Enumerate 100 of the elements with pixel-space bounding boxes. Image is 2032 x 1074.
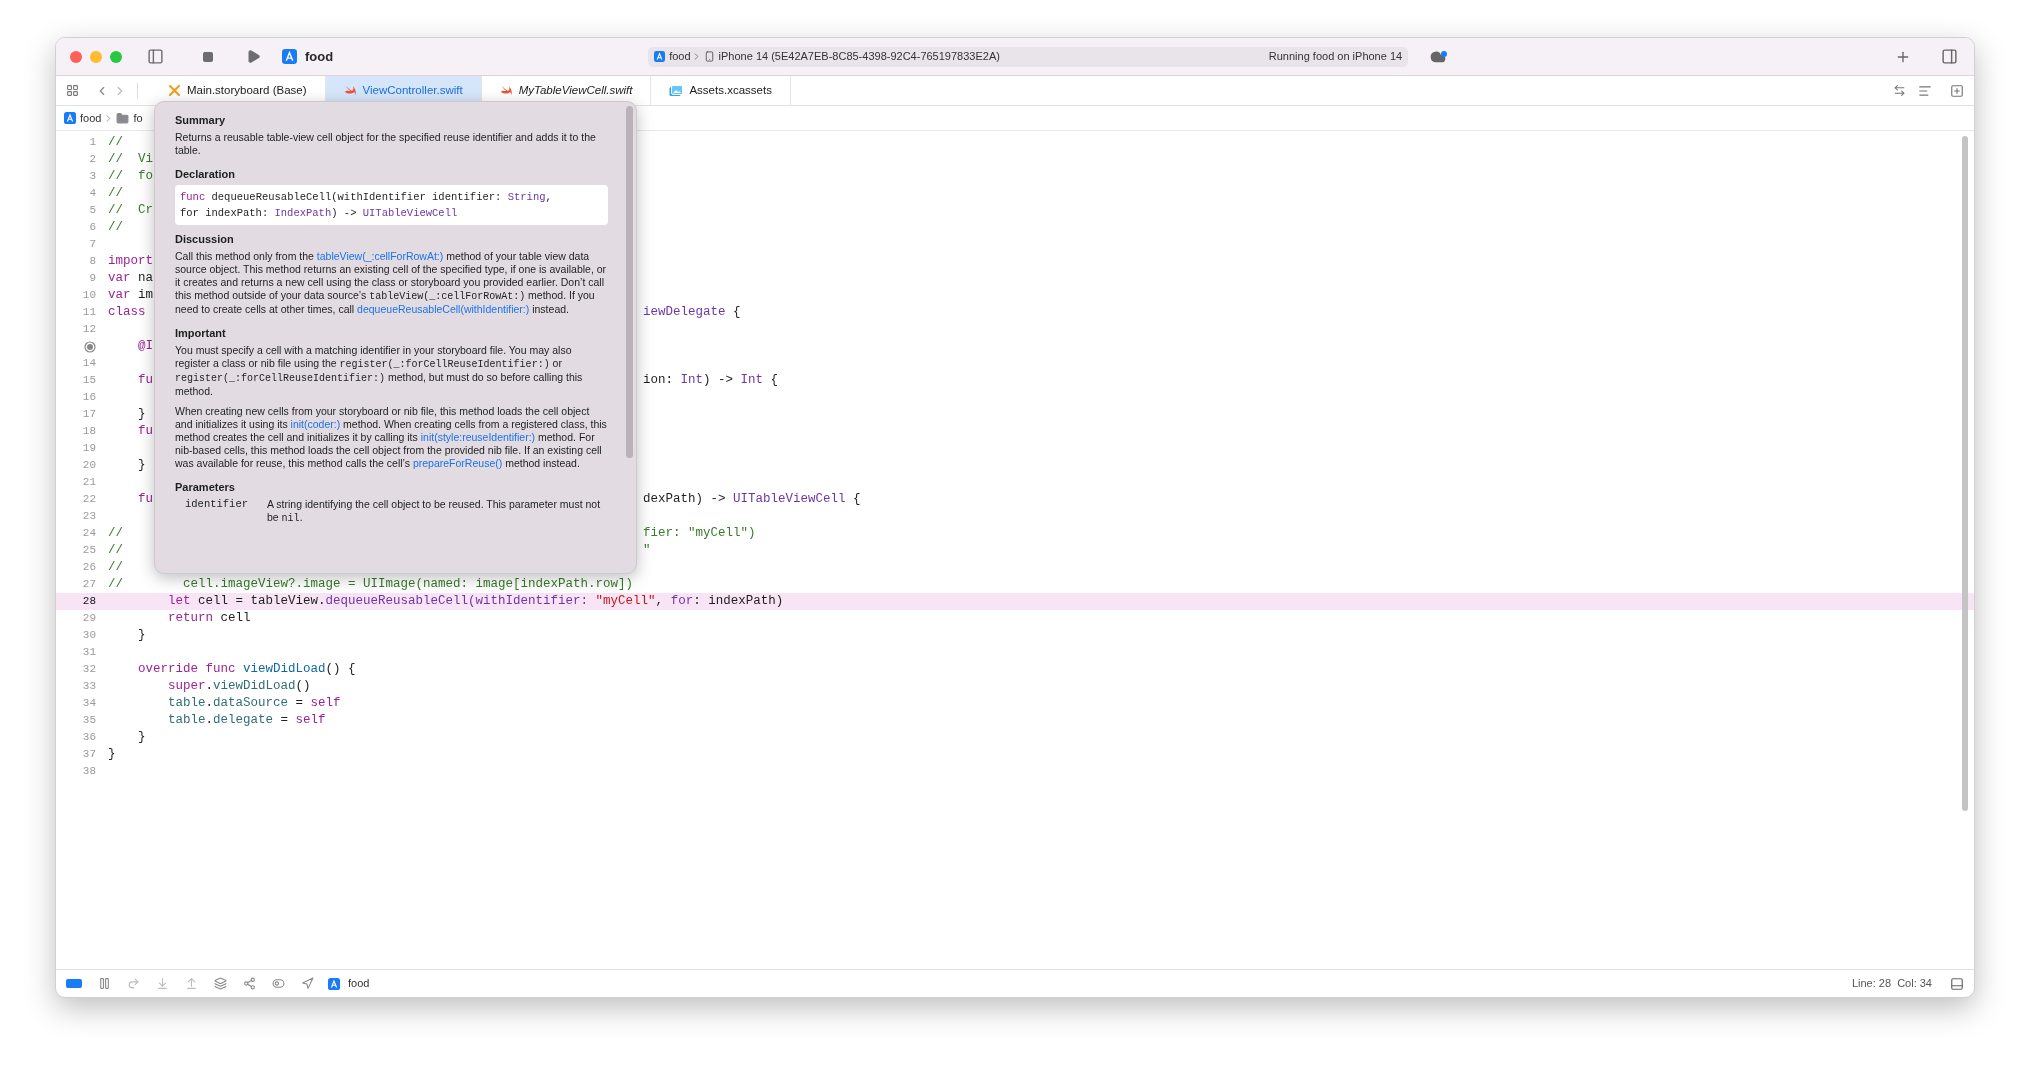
- section-heading: Parameters: [175, 481, 236, 494]
- breadcrumb-item[interactable]: food: [80, 109, 102, 127]
- step-out-icon[interactable]: [185, 977, 198, 990]
- line-number: 28: [82, 594, 96, 610]
- code-line: fu: [137, 424, 153, 439]
- scheme-status-bar[interactable]: food iPhone 14 (5E42A7EB-8C85-4398-92C4-765197833E2A) Running food on iPhone 14: [648, 46, 1409, 67]
- grid-icon[interactable]: [66, 84, 79, 97]
- parameter-description: A string identifying the cell object to be reused. This parameter must not be nil.: [267, 498, 602, 525]
- code-line: //: [108, 560, 123, 575]
- swap-icon[interactable]: [1893, 84, 1906, 97]
- scroll-bar[interactable]: [626, 106, 633, 458]
- line-number: 24: [82, 526, 96, 542]
- code-line: return cell: [167, 611, 251, 626]
- line-number: 15: [82, 373, 96, 389]
- line-number: 2: [89, 152, 96, 168]
- scheme-name[interactable]: food: [669, 48, 691, 65]
- code-line: }: [108, 747, 116, 762]
- declaration-code: func dequeueReusableCell(withIdentifier identifier: String, for indexPath: IndexPath) -> UITableViewCell: [175, 185, 608, 225]
- code-line: //: [108, 135, 123, 150]
- code-line: super.viewDidLoad(): [167, 679, 311, 694]
- line-number: 7: [89, 237, 96, 253]
- code-line: @I: [137, 339, 153, 354]
- code-line: fu: [137, 373, 153, 388]
- phone-icon: [703, 51, 715, 62]
- run-icon[interactable]: [246, 49, 261, 64]
- debug-area-toggle-icon[interactable]: [1950, 976, 1964, 991]
- code-line: fier: "myCell"): [643, 525, 756, 543]
- line-number: 3: [89, 169, 96, 185]
- toggle-icon[interactable]: [272, 977, 285, 990]
- stop-icon[interactable]: [202, 50, 214, 63]
- sidebar-toggle-icon[interactable]: [147, 48, 164, 65]
- code-line: //: [108, 526, 123, 541]
- cursor-position: Line: 28 Col: 34: [1851, 976, 1932, 992]
- line-number: 11: [82, 305, 96, 321]
- run-status: Running food on iPhone 14: [1268, 49, 1403, 65]
- code-line: override func viewDidLoad() {: [137, 662, 356, 677]
- code-line: dexPath) -> UITableViewCell {: [643, 491, 861, 509]
- device-name[interactable]: iPhone 14 (5E42A7EB-8C85-4398-92C4-765197833E2A): [718, 48, 1000, 65]
- line-number: 12: [82, 322, 96, 338]
- line-number: 17: [82, 407, 96, 423]
- code-line: ": [643, 542, 651, 560]
- code-line: fu: [137, 492, 153, 507]
- close-button[interactable]: [70, 50, 82, 63]
- line-number: 29: [82, 611, 96, 627]
- code-line: }: [137, 628, 146, 643]
- breakpoints-toggle[interactable]: [66, 979, 82, 988]
- line-number: 4: [89, 186, 96, 202]
- layers-icon[interactable]: [214, 977, 227, 990]
- swift-bird-icon: [499, 84, 513, 97]
- line-number: 23: [82, 509, 96, 525]
- parameter-name: identifier: [185, 498, 249, 512]
- code-line: //: [108, 186, 123, 201]
- breadcrumb-item[interactable]: fo: [133, 109, 143, 127]
- section-heading: Discussion: [175, 233, 235, 246]
- line-number: 20: [82, 458, 96, 474]
- section-heading: Declaration: [175, 168, 236, 181]
- graph-icon[interactable]: [243, 977, 256, 990]
- line-number: 25: [82, 543, 96, 559]
- code-line: // cell.imageView?.image = UIImage(named: image[indexPath.row]): [108, 577, 634, 592]
- project-title: food: [305, 47, 334, 66]
- location-icon[interactable]: [301, 977, 314, 990]
- line-number: 9: [89, 271, 96, 287]
- line-number: 16: [82, 390, 96, 406]
- add-editor-icon[interactable]: [1950, 83, 1964, 98]
- doc-paragraph: Call this method only from the tableView(_:cellForRowAt:) method of your table view data source object. This method returns an existing cell of the specified type, if one is available, or it creates and returns a new cell using the class or storyboard you provided earlier. Don’t call this method outside of your data source’s tableView(_:cellForRowAt:) method. If you need to create cells at other times, call dequeueReusableCell(withIdentifier:) instead.: [175, 250, 608, 316]
- code-line: //: [108, 220, 123, 235]
- inspector-toggle-icon[interactable]: [1941, 48, 1958, 65]
- doc-paragraph: Returns a reusable table-view cell object for the specified reuse identifier and adds it to the table.: [175, 131, 597, 157]
- code-line: // Cr: [108, 203, 153, 218]
- step-into-icon[interactable]: [156, 977, 169, 990]
- line-number: 14: [82, 356, 96, 372]
- code-line: table.dataSource = self: [167, 696, 341, 711]
- line-number: 10: [82, 288, 96, 304]
- code-line: var im: [108, 288, 154, 303]
- code-line: }: [137, 458, 146, 473]
- line-number: 36: [82, 730, 96, 746]
- scroll-bar[interactable]: [1962, 136, 1968, 811]
- line-number: 18: [82, 424, 96, 440]
- code-line: iewDelegate {: [643, 304, 741, 322]
- pause-icon[interactable]: [98, 977, 111, 990]
- line-number: 21: [82, 475, 96, 491]
- line-number: 32: [82, 662, 96, 678]
- doc-paragraph: You must specify a cell with a matching identifier in your storyboard file. You may also register a class or nib file using the register(_:forCellReuseIdentifier:) or register(_:forCellReuseIdentifier:) method, but must do so before calling this method.: [175, 344, 584, 398]
- code-line: class: [108, 305, 146, 320]
- line-number: 26: [82, 560, 96, 576]
- code-line: table.delegate = self: [167, 713, 326, 728]
- line-number: 8: [89, 254, 96, 270]
- process-name: food: [348, 976, 370, 992]
- step-over-icon[interactable]: [127, 977, 140, 990]
- code-line: // Vi: [108, 152, 153, 167]
- section-heading: Important: [175, 327, 227, 340]
- section-heading: Summary: [175, 114, 227, 127]
- line-number: 6: [89, 220, 96, 236]
- zoom-button[interactable]: [110, 50, 122, 63]
- doc-paragraph: When creating new cells from your storyboard or nib file, this method loads the cell object and initializes it using its init(coder:) method. When creating cells from a registered class, this method creates the cell and initializes it by calling its init(style:reuseIdentifier:) method. For nib-based cells, this method loads the cell object from the provided nib file. If an existing cell was available for reuse, this method calls the cell’s prepareForReuse() method instead.: [175, 405, 608, 470]
- minimap-toggle-icon[interactable]: [1918, 83, 1932, 98]
- code-line: import: [108, 254, 153, 269]
- editor-tab[interactable]: Assets.xcassets: [651, 76, 791, 105]
- outlet-connection-icon[interactable]: [84, 340, 96, 353]
- line-number: 5: [89, 203, 96, 219]
